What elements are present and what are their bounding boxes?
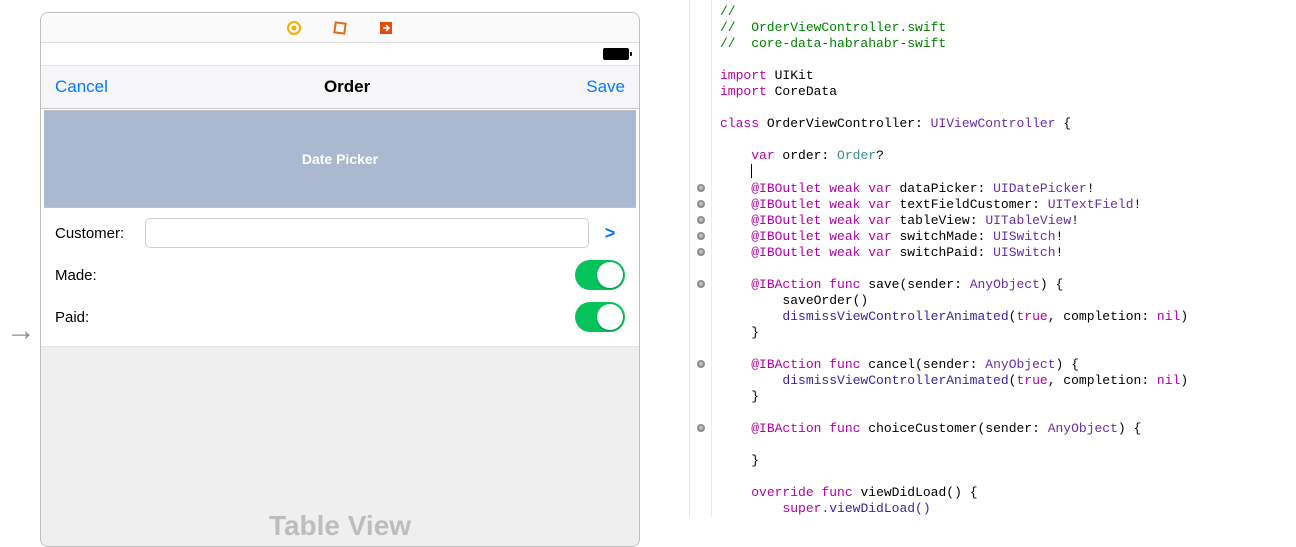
source-editor[interactable]: // // OrderViewController.swift // core-… xyxy=(690,0,1296,517)
exit-icon[interactable] xyxy=(378,20,394,36)
save-button[interactable]: Save xyxy=(586,77,625,97)
vc-icon[interactable] xyxy=(286,20,302,36)
segue-arrow-icon: → xyxy=(6,316,36,346)
cancel-button[interactable]: Cancel xyxy=(55,77,108,97)
nav-title: Order xyxy=(324,77,370,97)
paid-label: Paid: xyxy=(55,309,145,326)
date-picker-placeholder[interactable]: Date Picker xyxy=(44,110,636,208)
made-row: Made: xyxy=(41,254,639,296)
customer-field[interactable] xyxy=(145,218,589,248)
made-switch[interactable] xyxy=(575,260,625,290)
device-canvas: Cancel Order Save Date Picker Customer: … xyxy=(40,12,640,547)
status-bar xyxy=(41,43,639,65)
battery-icon xyxy=(603,48,629,60)
first-responder-icon[interactable] xyxy=(332,20,348,36)
editor-gutter xyxy=(690,0,712,517)
navigation-bar: Cancel Order Save xyxy=(41,65,639,109)
interface-builder-pane: → Cancel Order Save Dat xyxy=(0,0,690,517)
editor-code[interactable]: // // OrderViewController.swift // core-… xyxy=(712,0,1188,517)
choose-customer-button[interactable]: > xyxy=(595,223,625,244)
scene-dock[interactable] xyxy=(41,13,639,43)
paid-row: Paid: xyxy=(41,296,639,338)
customer-row: Customer: > xyxy=(41,208,639,254)
customer-label: Customer: xyxy=(55,225,145,242)
paid-switch[interactable] xyxy=(575,302,625,332)
table-view-placeholder[interactable]: Table View xyxy=(41,346,639,546)
made-label: Made: xyxy=(55,267,145,284)
